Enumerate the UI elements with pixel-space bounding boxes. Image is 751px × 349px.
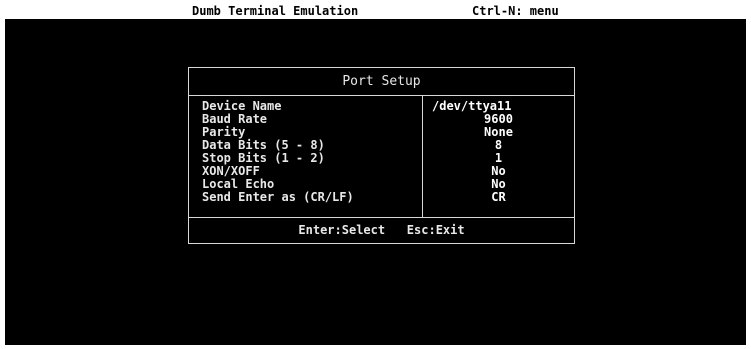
menu-shortcut-hint: Ctrl-N: menu xyxy=(472,4,559,18)
status-bar: Dumb Terminal Emulation Ctrl-N: menu xyxy=(5,4,746,19)
port-setup-dialog: Port Setup Device Name /dev/ttya11 Baud … xyxy=(188,67,575,244)
setting-row-send-enter[interactable]: Send Enter as (CR/LF) CR xyxy=(189,191,574,204)
settings-list: Device Name /dev/ttya11 Baud Rate 9600 P… xyxy=(189,96,574,218)
terminal-screen: Dumb Terminal Emulation Ctrl-N: menu Por… xyxy=(5,4,746,345)
select-key-hint: Enter:Select xyxy=(298,223,386,237)
exit-key-hint: Esc:Exit xyxy=(406,223,465,237)
status-title: Dumb Terminal Emulation xyxy=(192,4,359,18)
setting-value[interactable]: CR xyxy=(423,191,574,204)
dialog-footer: Enter:Select Esc:Exit xyxy=(189,218,574,243)
dialog-title: Port Setup xyxy=(189,68,574,96)
setting-row-baud-rate[interactable]: Baud Rate 9600 xyxy=(189,113,574,126)
setting-label: Send Enter as (CR/LF) xyxy=(202,190,354,204)
